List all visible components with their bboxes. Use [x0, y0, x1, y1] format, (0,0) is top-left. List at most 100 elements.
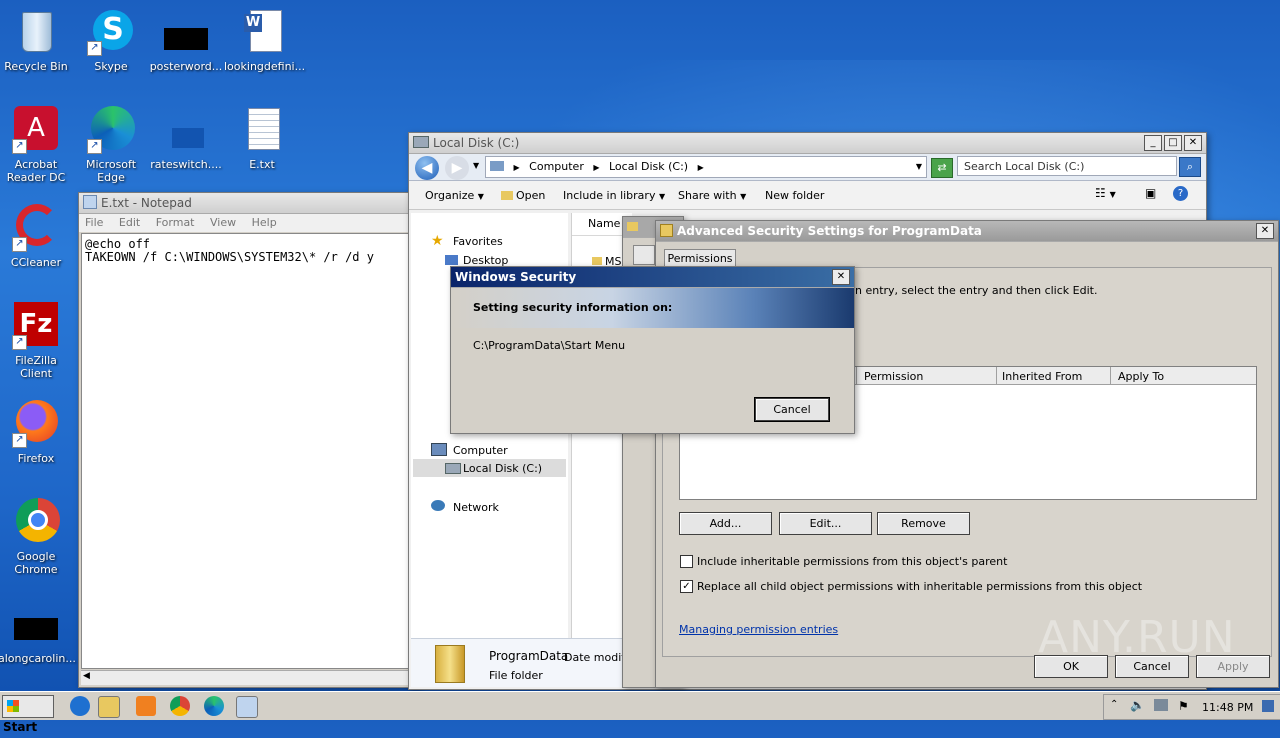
view-options-icon[interactable]: ☷ ▼ [1095, 186, 1116, 200]
window-title: Local Disk (C:) [433, 136, 520, 150]
desktop-icon-etxt[interactable]: E.txt [224, 106, 300, 171]
menu-format[interactable]: Format [156, 216, 195, 229]
organize-button[interactable]: Organize ▼ [425, 189, 484, 202]
volume-icon[interactable]: 🔈 [1130, 698, 1145, 712]
desktop-icon-chrome[interactable]: Google Chrome [0, 498, 74, 576]
address-field[interactable]: ▶ Computer ▶ Local Disk (C:) ▶ ▼ [485, 156, 927, 178]
folder-icon [660, 224, 673, 237]
desktop-icon-lookingdefini[interactable]: W lookingdefini... [224, 8, 305, 73]
edge-icon[interactable] [204, 696, 224, 716]
advanced-security-titlebar[interactable]: Advanced Security Settings for ProgramDa… [656, 221, 1278, 242]
desktop-icon-skype[interactable]: S ↗ Skype [73, 8, 149, 73]
chrome-icon[interactable] [170, 696, 190, 716]
desktop-icon-label: Skype [94, 60, 128, 73]
system-tray: ⌃ 🔈 ⚑ 11:48 PM [1103, 694, 1280, 720]
desktop-icon-filezilla[interactable]: Fz ↗ FileZilla Client [0, 302, 74, 380]
shortcut-arrow-icon: ↗ [87, 41, 102, 56]
filezilla-icon: Fz ↗ [12, 302, 60, 350]
col-header-apply-to[interactable]: Apply To [1118, 370, 1164, 383]
notepad-window[interactable]: E.txt - Notepad File Edit Format View He… [78, 192, 420, 688]
desktop-icon-alongcarolin[interactable]: alongcarolin... [0, 600, 76, 665]
flag-icon[interactable]: ⚑ [1178, 699, 1189, 713]
share-with-button[interactable]: Share with ▼ [678, 189, 746, 202]
desktop-icon-label: Recycle Bin [4, 60, 68, 73]
media-player-icon[interactable] [136, 696, 156, 716]
replace-child-permissions-checkbox[interactable]: ✓ [680, 580, 693, 593]
help-icon[interactable]: ? [1173, 186, 1188, 201]
windows-security-titlebar[interactable]: Windows Security ✕ [451, 267, 854, 288]
redacted-file-icon [162, 8, 210, 56]
nav-local-disk-selected[interactable]: Local Disk (C:) [413, 459, 566, 477]
windows-security-dialog[interactable]: Windows Security ✕ Setting security info… [450, 266, 855, 434]
add-button[interactable]: Add... [679, 512, 772, 535]
edit-button[interactable]: Edit... [779, 512, 872, 535]
menu-file[interactable]: File [85, 216, 103, 229]
instruction-text: n entry, select the entry and then click… [855, 284, 1098, 297]
search-icon[interactable]: ⌕ [1179, 157, 1201, 177]
desktop-icon-recycle-bin[interactable]: Recycle Bin [0, 8, 74, 73]
window-title: E.txt - Notepad [101, 196, 192, 210]
nav-network[interactable]: Network [453, 501, 499, 514]
new-folder-button[interactable]: New folder [765, 189, 824, 202]
include-inheritable-checkbox[interactable] [680, 555, 693, 568]
breadcrumb-computer[interactable]: Computer [529, 160, 584, 173]
notepad-titlebar[interactable]: E.txt - Notepad [79, 193, 419, 214]
breadcrumb-separator-icon: ▶ [513, 163, 520, 172]
minimize-button[interactable]: _ [1144, 135, 1162, 151]
cancel-button[interactable]: Cancel [754, 397, 830, 422]
maximize-button[interactable]: □ [1164, 135, 1182, 151]
menu-help[interactable]: Help [252, 216, 277, 229]
horizontal-scrollbar[interactable]: ◀ [81, 670, 417, 685]
forward-button[interactable]: ▶ [445, 156, 469, 180]
breadcrumb-local-disk[interactable]: Local Disk (C:) [609, 160, 688, 173]
include-in-library-button[interactable]: Include in library ▼ [563, 189, 665, 202]
scroll-left-icon[interactable]: ◀ [83, 671, 90, 681]
managing-permission-entries-link[interactable]: Managing permission entries [679, 623, 838, 636]
network-tray-icon[interactable] [1154, 699, 1168, 711]
folder-icon [435, 645, 465, 683]
refresh-button[interactable]: ⇄ [931, 158, 953, 178]
breadcrumb-separator-icon: ▶ [697, 163, 704, 172]
close-button[interactable]: ✕ [1256, 223, 1274, 239]
menu-edit[interactable]: Edit [119, 216, 140, 229]
desktop-icon-ccleaner[interactable]: ↗ CCleaner [0, 204, 74, 269]
folder-icon [627, 222, 638, 231]
address-bar: ◀ ▶ ▼ ▶ Computer ▶ Local Disk (C:) ▶ ▼ ⇄… [409, 154, 1206, 181]
chrome-icon [12, 498, 60, 546]
close-button[interactable]: ✕ [832, 269, 850, 285]
preview-pane-icon[interactable]: ▣ [1145, 186, 1156, 200]
ie-icon[interactable] [70, 696, 90, 716]
explorer-titlebar[interactable]: Local Disk (C:) _ □ ✕ [409, 133, 1206, 154]
col-header-permission[interactable]: Permission [864, 370, 923, 383]
notepad-menubar: File Edit Format View Help [79, 214, 419, 232]
desktop-icon-rateswitch[interactable]: rateswitch.... [148, 106, 224, 171]
nav-favorites[interactable]: Favorites [453, 235, 503, 248]
chevron-down-icon[interactable]: ▼ [473, 161, 479, 170]
security-path: C:\ProgramData\Start Menu [473, 339, 626, 352]
clock[interactable]: 11:48 PM [1202, 701, 1253, 714]
show-desktop-icon[interactable] [1262, 700, 1274, 712]
explorer-icon[interactable] [98, 696, 120, 718]
nav-computer[interactable]: Computer [453, 444, 508, 457]
desktop-icon-acrobat[interactable]: A ↗ Acrobat Reader DC [0, 106, 74, 184]
col-header-inherited-from[interactable]: Inherited From [1002, 370, 1082, 383]
shortcut-arrow-icon: ↗ [12, 433, 27, 448]
notepad-icon[interactable] [236, 696, 258, 718]
desktop-icon-firefox[interactable]: ↗ Firefox [0, 400, 74, 465]
breadcrumb-separator-icon: ▶ [593, 163, 600, 172]
notepad-text-area[interactable]: @echo off TAKEOWN /f C:\WINDOWS\SYSTEM32… [81, 233, 417, 669]
desktop-icon-label: posterword... [149, 60, 223, 73]
desktop-icon-edge[interactable]: ↗ Microsoft Edge [73, 106, 149, 184]
search-input[interactable]: Search Local Disk (C:) [957, 156, 1177, 176]
nav-local-disk-label: Local Disk (C:) [463, 462, 543, 475]
show-hidden-icons-icon[interactable]: ⌃ [1110, 699, 1118, 710]
back-button[interactable]: ◀ [415, 156, 439, 180]
close-button[interactable]: ✕ [1184, 135, 1202, 151]
remove-button[interactable]: Remove [877, 512, 970, 535]
open-button[interactable]: Open [501, 189, 545, 202]
menu-view[interactable]: View [210, 216, 236, 229]
desktop-icon-posterword[interactable]: posterword... [148, 8, 224, 73]
properties-tab[interactable] [633, 245, 655, 265]
start-button[interactable]: Start [2, 695, 54, 734]
address-dropdown-icon[interactable]: ▼ [916, 157, 922, 177]
